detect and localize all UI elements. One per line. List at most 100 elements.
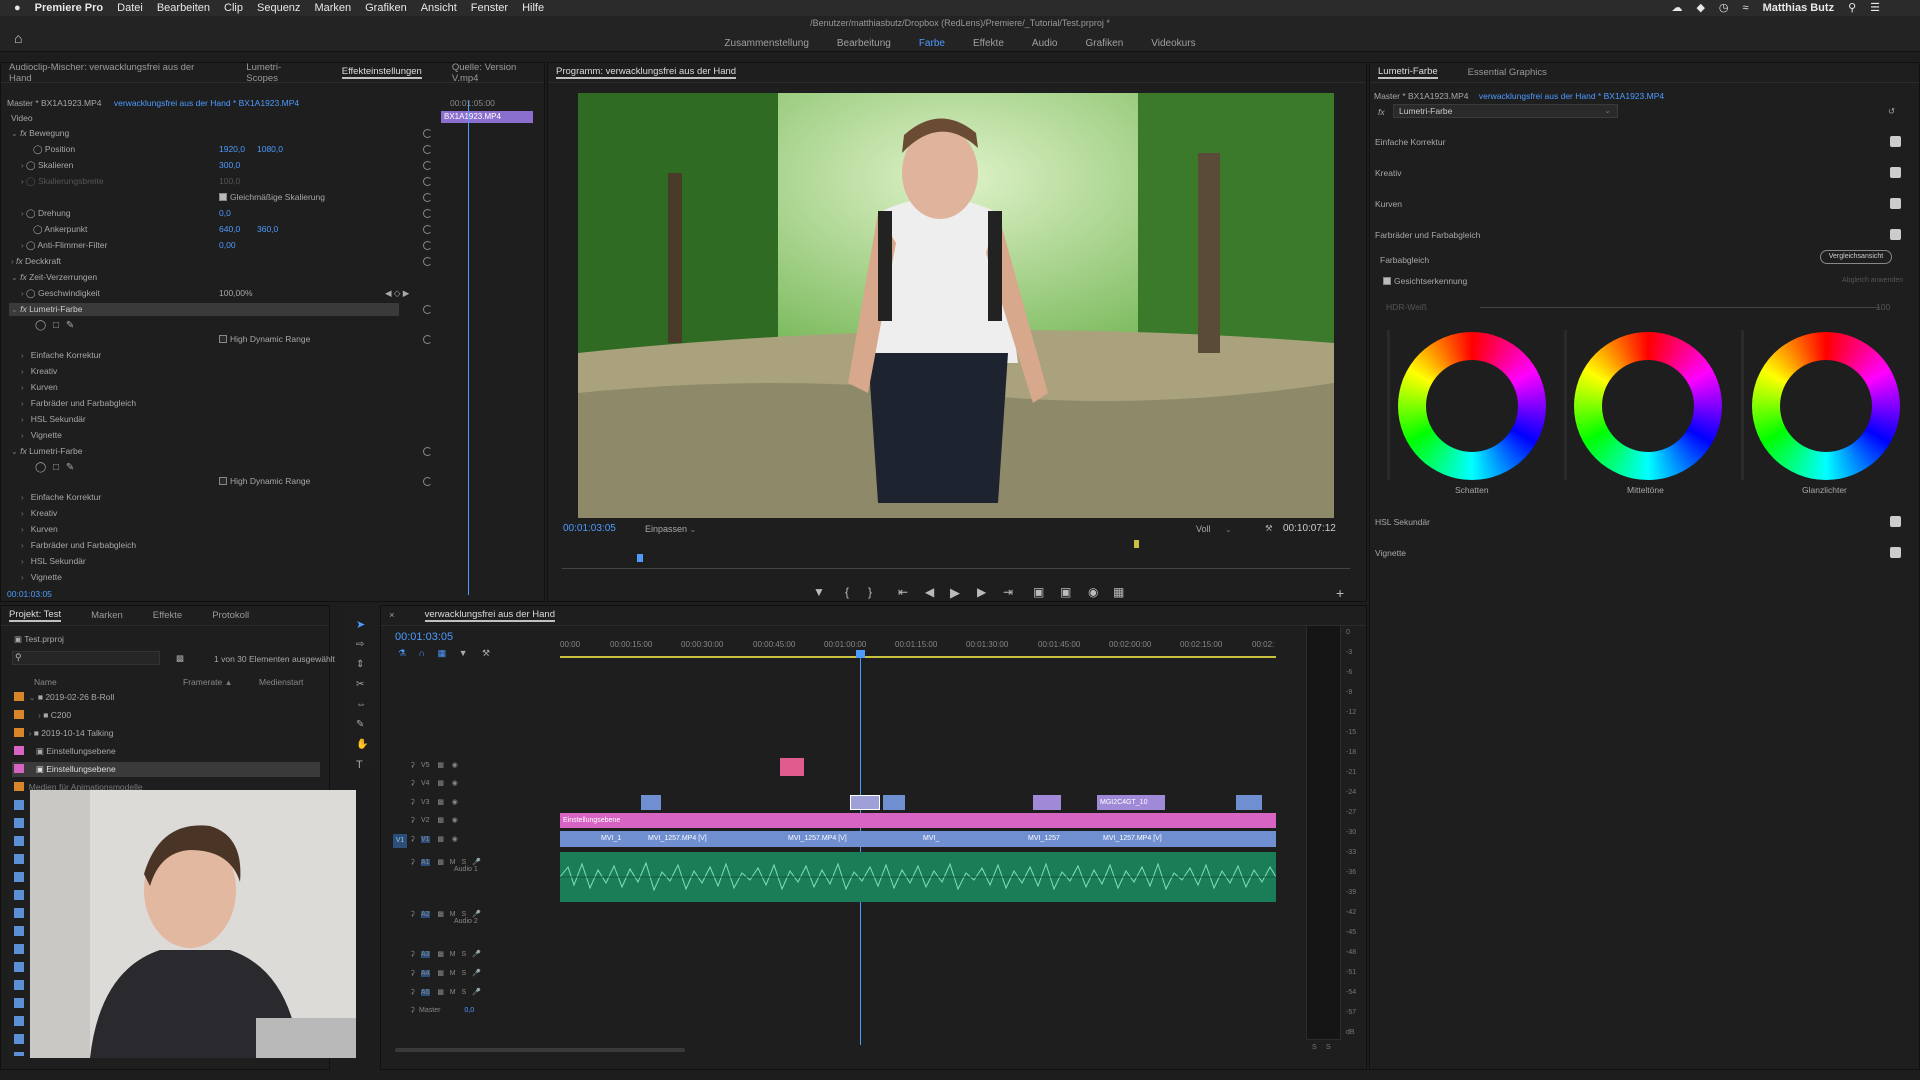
stopwatch-icon[interactable]: ◯ bbox=[26, 288, 36, 298]
ws-tab-effekte[interactable]: Effekte bbox=[973, 38, 1004, 49]
section-enabled-checkbox[interactable] bbox=[1890, 136, 1901, 147]
v1-clip[interactable]: MVI_1257.MP4 [V] bbox=[645, 831, 740, 846]
play-icon[interactable]: ▶ bbox=[950, 585, 960, 601]
selection-tool-icon[interactable]: ➤ bbox=[356, 618, 365, 631]
lumetri1-item[interactable]: › Einfache Korrektur bbox=[21, 350, 101, 363]
timeline-close-icon[interactable]: × bbox=[389, 610, 395, 621]
anker-x[interactable]: 640,0 bbox=[219, 224, 240, 237]
timeline-scrollbar[interactable] bbox=[395, 1048, 685, 1052]
lumetri2-row[interactable]: ⌄ fx Lumetri-Farbe bbox=[11, 446, 82, 459]
menu-marken[interactable]: Marken bbox=[314, 2, 351, 14]
menu-datei[interactable]: Datei bbox=[117, 2, 143, 14]
track-header-v4[interactable]: ⚳ V4 ▩ ◉ bbox=[410, 779, 458, 793]
hdr-checkbox[interactable] bbox=[219, 477, 227, 485]
ripple-edit-tool-icon[interactable]: ⇕ bbox=[356, 659, 364, 672]
scrubber-playhead[interactable] bbox=[637, 554, 643, 562]
project-search-input[interactable]: ⚲ bbox=[12, 651, 160, 665]
v3-clip[interactable] bbox=[850, 795, 880, 810]
wrench-icon[interactable]: ⚒ bbox=[482, 648, 490, 658]
v1-clip[interactable]: MVI_1257.MP4 [V] bbox=[785, 831, 880, 846]
abgleich-anwenden-button[interactable]: Abgleich anwenden bbox=[1842, 277, 1903, 290]
menu-sequenz[interactable]: Sequenz bbox=[257, 2, 300, 14]
lumetri2-item[interactable]: › Farbräder und Farbabgleich bbox=[21, 540, 136, 553]
program-timecode[interactable]: 00:01:03:05 bbox=[563, 523, 616, 536]
app-menu[interactable]: Premiere Pro bbox=[35, 2, 103, 14]
playhead-handle[interactable] bbox=[856, 650, 865, 658]
add-marker-icon[interactable]: ▼ bbox=[813, 585, 825, 599]
tab-effekte[interactable]: Effekte bbox=[153, 610, 182, 621]
reset-icon[interactable] bbox=[423, 447, 432, 456]
mark-out-icon[interactable]: } bbox=[868, 585, 872, 599]
pen-mask-icon[interactable]: ✎ bbox=[66, 462, 74, 473]
lumetri-section-kreativ[interactable]: Kreativ bbox=[1375, 168, 1401, 181]
schatten-slider[interactable] bbox=[1387, 330, 1390, 480]
hdr-checkbox[interactable] bbox=[219, 335, 227, 343]
schatten-color-wheel[interactable] bbox=[1398, 332, 1546, 480]
new-bin-icon[interactable]: ▩ bbox=[176, 653, 184, 666]
track-header-a3[interactable]: ⚳ A3 ▩ M S 🎤 bbox=[410, 950, 481, 964]
column-name[interactable]: Name bbox=[34, 677, 57, 690]
go-to-out-icon[interactable]: ⇥ bbox=[1003, 585, 1013, 599]
position-x[interactable]: 1920,0 bbox=[219, 144, 245, 157]
lumetri2-item[interactable]: › Kreativ bbox=[21, 508, 57, 521]
time-machine-icon[interactable]: ◷ bbox=[1719, 1, 1729, 14]
keyframe-nav-icon[interactable]: ◀ ◇ ▶ bbox=[385, 288, 409, 301]
dropbox-icon[interactable]: ◆ bbox=[1696, 1, 1704, 14]
ec-playhead[interactable] bbox=[468, 101, 469, 595]
track-header-v2[interactable]: ⚳ V2 ▩ ◉ bbox=[410, 816, 458, 830]
add-button-icon[interactable]: + bbox=[1336, 585, 1344, 601]
a1-audio-clip[interactable] bbox=[560, 852, 1276, 902]
lumetri-sequence-label[interactable]: verwacklungsfrei aus der Hand * BX1A1923… bbox=[1479, 91, 1664, 101]
step-back-icon[interactable]: ◀ bbox=[925, 585, 934, 599]
gesichtserkennung-checkbox[interactable] bbox=[1383, 277, 1391, 285]
section-enabled-checkbox[interactable] bbox=[1890, 229, 1901, 240]
tab-effect-controls[interactable]: Effekteinstellungen bbox=[341, 66, 422, 79]
lumetri-section-einfache[interactable]: Einfache Korrektur bbox=[1375, 137, 1445, 150]
lumetri-master-label[interactable]: Master * BX1A1923.MP4 bbox=[1374, 91, 1469, 101]
stopwatch-icon[interactable]: ◯ bbox=[26, 208, 36, 218]
lumetri2-item[interactable]: › Einfache Korrektur bbox=[21, 492, 101, 505]
menu-bearbeiten[interactable]: Bearbeiten bbox=[157, 2, 210, 14]
ws-tab-zusammenstellung[interactable]: Zusammenstellung bbox=[724, 38, 808, 49]
v1-clip[interactable]: MVI_1257.MP4 [V] bbox=[1100, 831, 1270, 846]
tab-protokoll[interactable]: Protokoll bbox=[212, 610, 249, 621]
list-item[interactable]: › ■ 2019-10-14 Talking bbox=[14, 728, 113, 741]
v3-clip[interactable]: MGI2C4GT_10 bbox=[1097, 795, 1165, 810]
section-enabled-checkbox[interactable] bbox=[1890, 547, 1901, 558]
ws-tab-farbe[interactable]: Farbe bbox=[919, 38, 945, 49]
rect-mask-icon[interactable]: □ bbox=[53, 462, 59, 473]
v3-clip[interactable] bbox=[1236, 795, 1262, 810]
apple-icon[interactable]: ● bbox=[14, 2, 21, 14]
lumetri2-item[interactable]: › Vignette bbox=[21, 572, 62, 585]
ec-footer-timecode[interactable]: 00:01:03:05 bbox=[7, 589, 52, 602]
track-select-tool-icon[interactable]: ⇨ bbox=[356, 639, 364, 652]
reset-icon[interactable] bbox=[423, 129, 432, 138]
hdr-weiss-value[interactable]: 100 bbox=[1876, 302, 1890, 315]
reset-icon[interactable] bbox=[423, 241, 432, 250]
v5-clip[interactable] bbox=[780, 758, 804, 776]
lumetri1-item[interactable]: › Kurven bbox=[21, 382, 58, 395]
track-header-master[interactable]: ⚳ Master 0,0 bbox=[410, 1006, 474, 1020]
tab-marken[interactable]: Marken bbox=[91, 610, 123, 621]
stopwatch-icon[interactable]: ◯ bbox=[33, 144, 43, 154]
snap-icon[interactable]: ∩ bbox=[419, 648, 425, 658]
lumetri-section-vignette[interactable]: Vignette bbox=[1375, 548, 1406, 561]
reset-icon[interactable] bbox=[423, 305, 432, 314]
stopwatch-icon[interactable]: ◯ bbox=[26, 240, 36, 250]
reset-icon[interactable] bbox=[423, 193, 432, 202]
section-enabled-checkbox[interactable] bbox=[1890, 198, 1901, 209]
menu-ansicht[interactable]: Ansicht bbox=[421, 2, 457, 14]
reset-icon[interactable] bbox=[423, 225, 432, 234]
ec-clip-bar[interactable]: BX1A1923.MP4 bbox=[441, 111, 533, 123]
timeline-playhead[interactable] bbox=[860, 650, 861, 1045]
hdr-weiss-slider[interactable] bbox=[1480, 307, 1880, 308]
track-header-v5[interactable]: ⚳ V5 ▩ ◉ bbox=[410, 761, 458, 775]
antiflimmer-value[interactable]: 0,00 bbox=[219, 240, 236, 253]
ws-tab-grafiken[interactable]: Grafiken bbox=[1085, 38, 1123, 49]
mark-in-icon[interactable]: { bbox=[845, 585, 849, 599]
slip-tool-icon[interactable]: ⇔ bbox=[356, 699, 366, 712]
ws-tab-bearbeitung[interactable]: Bearbeitung bbox=[837, 38, 891, 49]
reset-icon[interactable] bbox=[423, 145, 432, 154]
list-item[interactable]: ▣ Einstellungsebene bbox=[14, 746, 116, 759]
reset-icon[interactable] bbox=[423, 257, 432, 266]
